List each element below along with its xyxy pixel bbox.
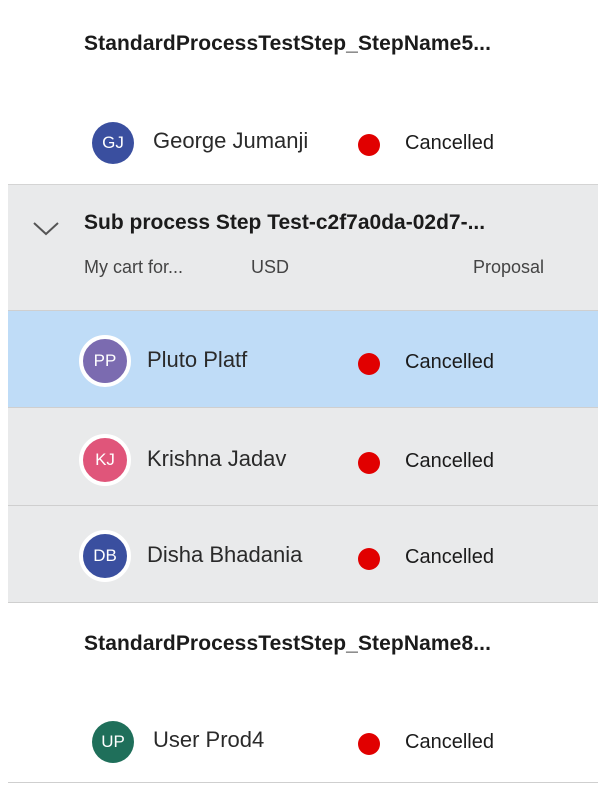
process-step-list: StandardProcessTestStep_StepName5... GJ … [0, 0, 598, 796]
status-dot-icon [358, 452, 380, 474]
user-row[interactable]: UP User Prod4 Cancelled [0, 718, 598, 770]
user-name: Pluto Platf [147, 347, 248, 372]
step-title-1[interactable]: StandardProcessTestStep_StepName5... [84, 32, 491, 56]
chevron-down-icon[interactable] [32, 221, 60, 237]
status-label: Cancelled [405, 546, 494, 568]
status-dot-icon [358, 733, 380, 755]
sub-process-title: Sub process Step Test-c2f7a0da-02d7-... [84, 211, 486, 234]
avatar: PP [79, 335, 131, 387]
cart-name: My cart for... [84, 257, 184, 277]
avatar: DB [79, 530, 131, 582]
divider [8, 782, 598, 783]
avatar: GJ [92, 122, 134, 164]
user-name: User Prod4 [153, 727, 265, 752]
user-name: George Jumanji [153, 128, 309, 153]
stage: Proposal [473, 257, 545, 277]
divider [8, 602, 598, 603]
table-row[interactable]: KJ Krishna Jadav Cancelled [8, 408, 598, 505]
status-dot-icon [358, 353, 380, 375]
status-label: Cancelled [405, 351, 494, 373]
status-label: Cancelled [405, 450, 494, 472]
status-dot-icon [358, 548, 380, 570]
step-title-2[interactable]: StandardProcessTestStep_StepName8... [84, 632, 491, 656]
currency: USD [251, 257, 290, 277]
avatar: KJ [79, 434, 131, 486]
table-row[interactable]: DB Disha Bhadania Cancelled [8, 506, 598, 602]
status-label: Cancelled [405, 132, 494, 154]
sub-process-header[interactable]: Sub process Step Test-c2f7a0da-02d7-... … [8, 184, 598, 311]
user-name: Disha Bhadania [147, 542, 303, 567]
avatar: UP [92, 721, 134, 763]
user-name: Krishna Jadav [147, 446, 287, 471]
user-row[interactable]: GJ George Jumanji Cancelled [0, 118, 598, 170]
status-dot-icon [358, 134, 380, 156]
table-row-selected[interactable]: PP Pluto Platf Cancelled [8, 311, 598, 407]
status-label: Cancelled [405, 731, 494, 753]
